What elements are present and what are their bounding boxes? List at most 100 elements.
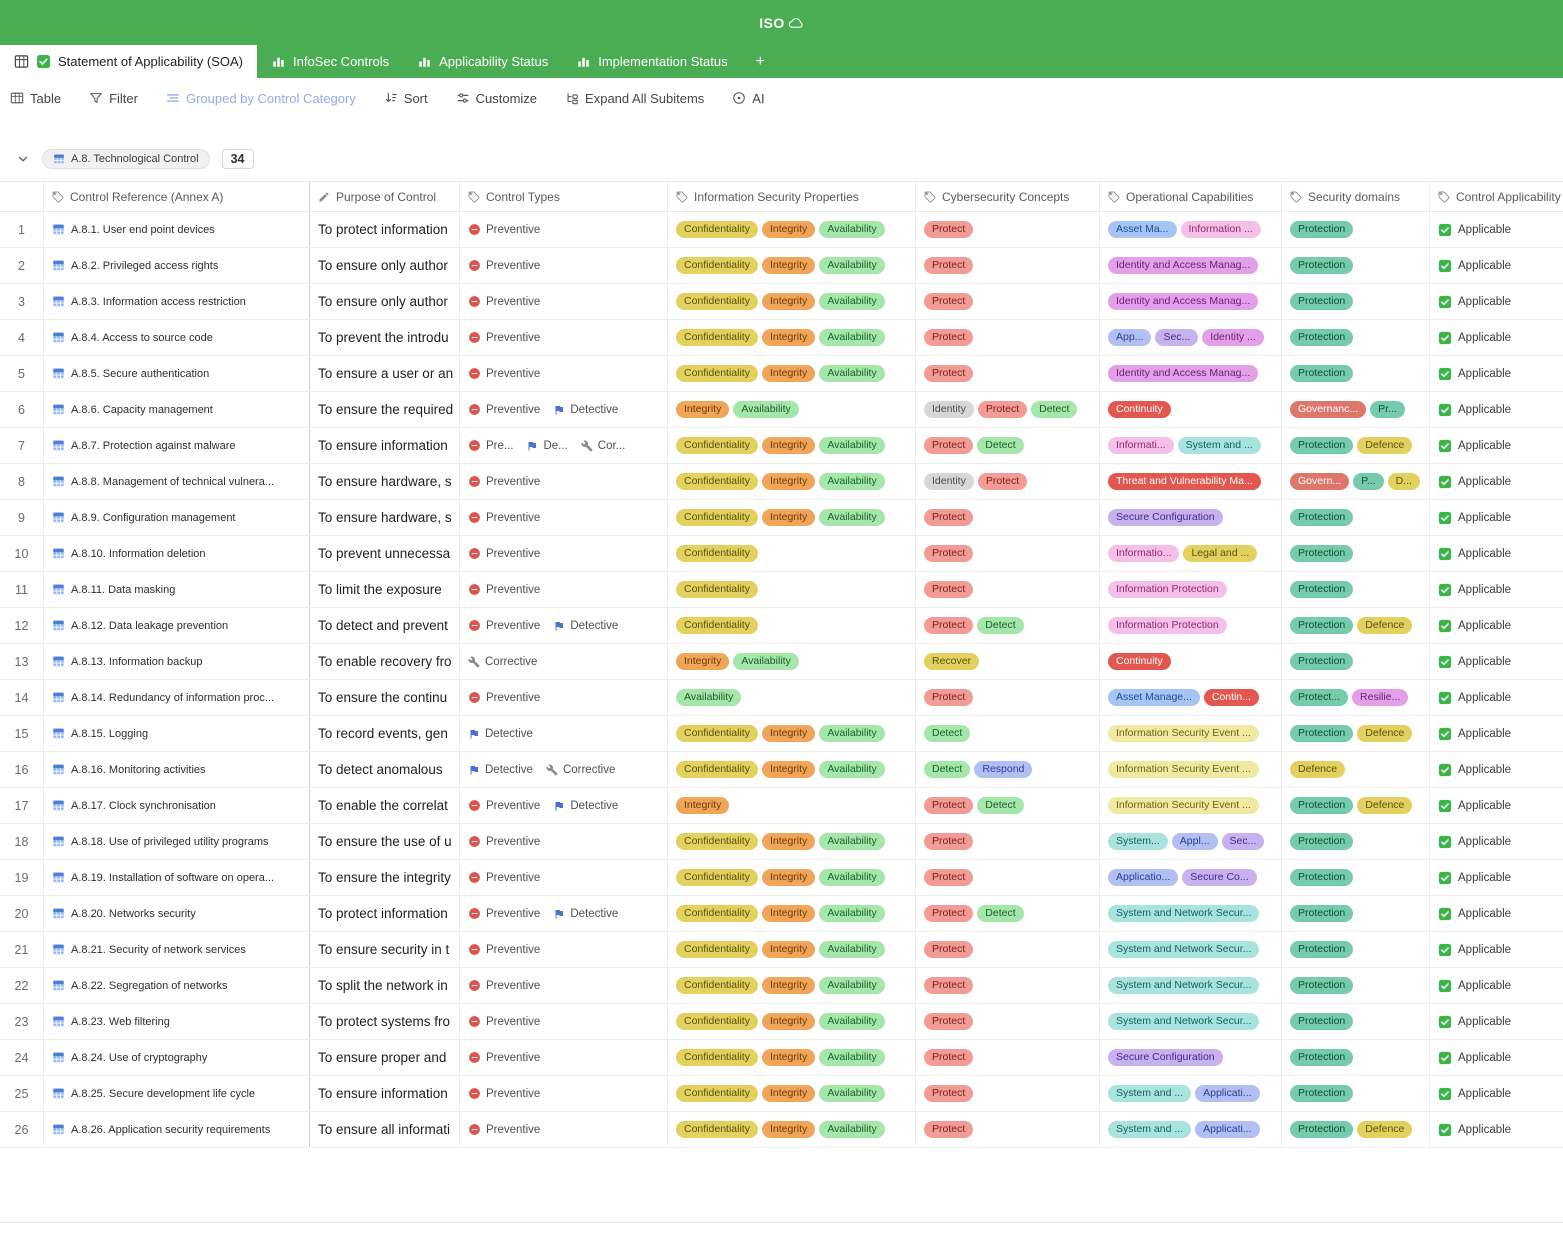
security-domains-cell[interactable]: Defence [1282, 752, 1430, 787]
checked-checkbox-icon[interactable] [1438, 691, 1452, 705]
control-types-cell[interactable]: Preventive [460, 212, 668, 247]
add-tab-button[interactable]: + [742, 45, 779, 78]
row-number[interactable]: 5 [0, 356, 44, 391]
security-properties-cell[interactable]: Confidentiality [668, 536, 916, 571]
operational-capabilities-cell[interactable]: System and Network Secur... [1100, 896, 1282, 931]
tab-statement-of-applicability[interactable]: Statement of Applicability (SOA) [0, 45, 257, 78]
control-types-cell[interactable]: Preventive [460, 860, 668, 895]
purpose-cell[interactable]: To ensure the required [310, 392, 460, 427]
control-types-cell[interactable]: PreventiveDetective [460, 608, 668, 643]
column-header-control-types[interactable]: Control Types [460, 182, 668, 211]
control-reference-cell[interactable]: A.8.16. Monitoring activities [44, 752, 310, 787]
purpose-cell[interactable]: To prevent unnecessa [310, 536, 460, 571]
operational-capabilities-cell[interactable]: Continuity [1100, 644, 1282, 679]
purpose-cell[interactable]: To split the network in [310, 968, 460, 1003]
row-number[interactable]: 12 [0, 608, 44, 643]
column-header-information-security-properties[interactable]: Information Security Properties [668, 182, 916, 211]
purpose-cell[interactable]: To ensure a user or an [310, 356, 460, 391]
control-types-cell[interactable]: Preventive [460, 356, 668, 391]
control-types-cell[interactable]: Preventive [460, 284, 668, 319]
applicability-cell[interactable]: Applicable [1430, 500, 1563, 535]
security-domains-cell[interactable]: Protection [1282, 644, 1430, 679]
security-properties-cell[interactable]: ConfidentialityIntegrityAvailability [668, 500, 916, 535]
control-reference-cell[interactable]: A.8.23. Web filtering [44, 1004, 310, 1039]
control-reference-cell[interactable]: A.8.4. Access to source code [44, 320, 310, 355]
control-types-cell[interactable]: Preventive [460, 1004, 668, 1039]
control-types-cell[interactable]: Preventive [460, 1076, 668, 1111]
checked-checkbox-icon[interactable] [1438, 1051, 1452, 1065]
security-properties-cell[interactable]: Confidentiality [668, 572, 916, 607]
control-types-cell[interactable]: Preventive [460, 536, 668, 571]
purpose-cell[interactable]: To ensure security in t [310, 932, 460, 967]
applicability-cell[interactable]: Applicable [1430, 536, 1563, 571]
operational-capabilities-cell[interactable]: Information Security Event ... [1100, 752, 1282, 787]
operational-capabilities-cell[interactable]: System and Network Secur... [1100, 968, 1282, 1003]
applicability-cell[interactable]: Applicable [1430, 1004, 1563, 1039]
applicability-cell[interactable]: Applicable [1430, 248, 1563, 283]
operational-capabilities-cell[interactable]: Informatio...Legal and ... [1100, 536, 1282, 571]
security-properties-cell[interactable]: Availability [668, 680, 916, 715]
cybersecurity-concepts-cell[interactable]: Protect [916, 1076, 1100, 1111]
toolbar-table[interactable]: Table [10, 91, 61, 106]
operational-capabilities-cell[interactable]: Identity and Access Manag... [1100, 248, 1282, 283]
column-header-purpose-of-control[interactable]: Purpose of Control [310, 182, 460, 211]
security-properties-cell[interactable]: ConfidentialityIntegrityAvailability [668, 896, 916, 931]
row-number[interactable]: 2 [0, 248, 44, 283]
cybersecurity-concepts-cell[interactable]: Detect [916, 716, 1100, 751]
control-reference-cell[interactable]: A.8.18. Use of privileged utility progra… [44, 824, 310, 859]
row-number[interactable]: 13 [0, 644, 44, 679]
row-number[interactable]: 25 [0, 1076, 44, 1111]
checked-checkbox-icon[interactable] [1438, 979, 1452, 993]
toolbar-customize[interactable]: Customize [456, 91, 537, 106]
security-domains-cell[interactable]: Protection [1282, 248, 1430, 283]
row-number[interactable]: 21 [0, 932, 44, 967]
toolbar-ai[interactable]: AI [732, 91, 764, 106]
control-reference-cell[interactable]: A.8.3. Information access restriction [44, 284, 310, 319]
purpose-cell[interactable]: To detect anomalous [310, 752, 460, 787]
control-types-cell[interactable]: Preventive [460, 464, 668, 499]
checked-checkbox-icon[interactable] [1438, 619, 1452, 633]
checked-checkbox-icon[interactable] [1438, 547, 1452, 561]
applicability-cell[interactable]: Applicable [1430, 716, 1563, 751]
checked-checkbox-icon[interactable] [1438, 907, 1452, 921]
checked-checkbox-icon[interactable] [1438, 295, 1452, 309]
security-domains-cell[interactable]: ProtectionDefence [1282, 1112, 1430, 1147]
cybersecurity-concepts-cell[interactable]: Protect [916, 968, 1100, 1003]
control-reference-cell[interactable]: A.8.8. Management of technical vulnera..… [44, 464, 310, 499]
checked-checkbox-icon[interactable] [1438, 331, 1452, 345]
checked-checkbox-icon[interactable] [1438, 223, 1452, 237]
security-properties-cell[interactable]: ConfidentialityIntegrityAvailability [668, 284, 916, 319]
operational-capabilities-cell[interactable]: Information Protection [1100, 608, 1282, 643]
security-properties-cell[interactable]: ConfidentialityIntegrityAvailability [668, 860, 916, 895]
control-types-cell[interactable]: DetectiveCorrective [460, 752, 668, 787]
purpose-cell[interactable]: To ensure hardware, s [310, 464, 460, 499]
security-domains-cell[interactable]: Protection [1282, 932, 1430, 967]
security-domains-cell[interactable]: ProtectionDefence [1282, 788, 1430, 823]
row-number[interactable]: 6 [0, 392, 44, 427]
purpose-cell[interactable]: To ensure the use of u [310, 824, 460, 859]
operational-capabilities-cell[interactable]: System and ...Applicati... [1100, 1076, 1282, 1111]
purpose-cell[interactable]: To limit the exposure [310, 572, 460, 607]
applicability-cell[interactable]: Applicable [1430, 464, 1563, 499]
checked-checkbox-icon[interactable] [1438, 583, 1452, 597]
control-reference-cell[interactable]: A.8.21. Security of network services [44, 932, 310, 967]
control-types-cell[interactable]: Preventive [460, 932, 668, 967]
control-reference-cell[interactable]: A.8.19. Installation of software on oper… [44, 860, 310, 895]
security-properties-cell[interactable]: ConfidentialityIntegrityAvailability [668, 824, 916, 859]
row-number[interactable]: 7 [0, 428, 44, 463]
row-number[interactable]: 19 [0, 860, 44, 895]
row-number[interactable]: 8 [0, 464, 44, 499]
security-properties-cell[interactable]: ConfidentialityIntegrityAvailability [668, 428, 916, 463]
checked-checkbox-icon[interactable] [1438, 475, 1452, 489]
control-types-cell[interactable]: PreventiveDetective [460, 788, 668, 823]
control-types-cell[interactable]: Preventive [460, 572, 668, 607]
security-domains-cell[interactable]: Protection [1282, 212, 1430, 247]
row-number[interactable]: 9 [0, 500, 44, 535]
security-domains-cell[interactable]: Protection [1282, 356, 1430, 391]
cybersecurity-concepts-cell[interactable]: Protect [916, 320, 1100, 355]
security-properties-cell[interactable]: IntegrityAvailability [668, 644, 916, 679]
tab-infosec-controls[interactable]: InfoSec Controls [257, 45, 403, 78]
purpose-cell[interactable]: To ensure hardware, s [310, 500, 460, 535]
applicability-cell[interactable]: Applicable [1430, 824, 1563, 859]
applicability-cell[interactable]: Applicable [1430, 1112, 1563, 1147]
